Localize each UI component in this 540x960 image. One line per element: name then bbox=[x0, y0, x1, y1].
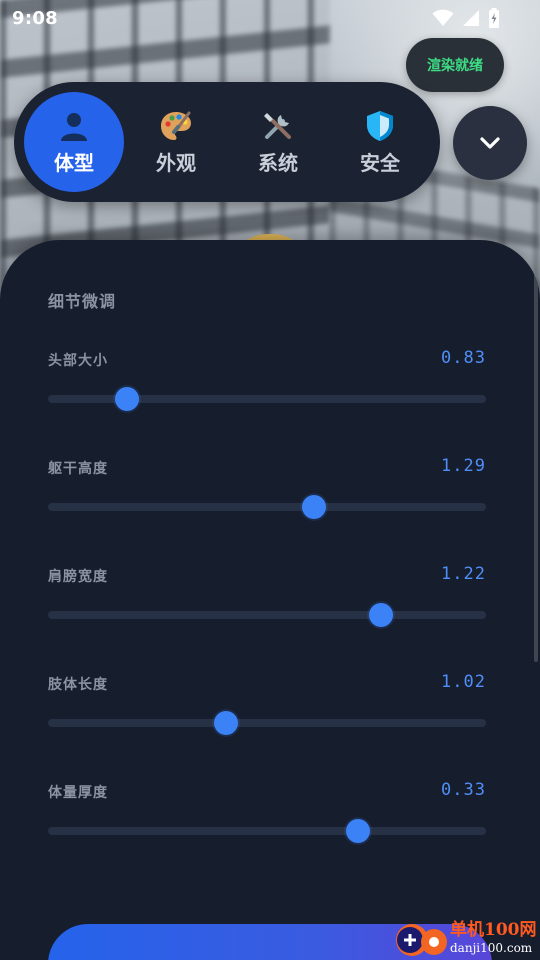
slider-track[interactable] bbox=[48, 827, 486, 835]
slider-track[interactable] bbox=[48, 611, 486, 619]
wifi-icon bbox=[432, 9, 454, 26]
tab-label: 系统 bbox=[258, 150, 298, 175]
tools-icon bbox=[261, 109, 295, 143]
slider-thumb[interactable] bbox=[346, 819, 371, 843]
slider-track[interactable] bbox=[48, 719, 486, 727]
tab-system[interactable]: 系统 bbox=[228, 92, 328, 192]
slider-thumb[interactable] bbox=[213, 711, 238, 735]
watermark-url: danji100.com bbox=[450, 941, 533, 955]
slider-value: 1.29 bbox=[441, 456, 486, 476]
watermark-text: 单机100网 danji100.com bbox=[450, 920, 537, 955]
slider-label: 头部大小 bbox=[48, 353, 108, 369]
watermark-logo-icon bbox=[390, 918, 454, 958]
slider-value: 1.22 bbox=[441, 564, 486, 584]
slider-thumb[interactable] bbox=[368, 603, 393, 627]
slider-limb-length: 肢体长度 1.02 bbox=[48, 672, 486, 744]
status-time: 9:08 bbox=[12, 7, 58, 29]
slider-thumb[interactable] bbox=[114, 387, 139, 411]
render-status-badge: 渲染就绪 bbox=[406, 38, 504, 92]
expand-menu-button[interactable] bbox=[453, 106, 527, 180]
slider-track[interactable] bbox=[48, 503, 486, 511]
watermark: 单机100网 danji100.com bbox=[390, 916, 540, 960]
scrollbar[interactable] bbox=[534, 242, 538, 662]
tab-security[interactable]: 安全 bbox=[330, 92, 430, 192]
tab-label: 安全 bbox=[360, 150, 400, 175]
slider-label: 体量厚度 bbox=[48, 785, 108, 801]
category-tab-bar: 体型 外观 系统 安全 bbox=[14, 82, 440, 202]
slider-track[interactable] bbox=[48, 395, 486, 403]
slider-label: 肢体长度 bbox=[48, 677, 108, 693]
battery-icon bbox=[489, 8, 499, 28]
palette-icon bbox=[159, 109, 193, 143]
generate-button-label: ... bbox=[260, 952, 281, 960]
tab-appearance[interactable]: 外观 bbox=[126, 92, 226, 192]
signal-icon bbox=[463, 10, 479, 26]
shield-icon bbox=[363, 109, 397, 143]
slider-value: 0.33 bbox=[441, 780, 486, 800]
fine-tune-panel: 细节微调 头部大小 0.83 躯干高度 1.29 肩膀宽度 1.22 肢体长度 … bbox=[0, 240, 540, 960]
slider-label: 躯干高度 bbox=[48, 461, 108, 477]
tab-label: 体型 bbox=[54, 150, 94, 175]
slider-head-size: 头部大小 0.83 bbox=[48, 348, 486, 420]
status-icons bbox=[432, 8, 500, 28]
slider-label: 肩膀宽度 bbox=[48, 569, 108, 585]
section-title: 细节微调 bbox=[48, 292, 117, 311]
slider-body-thickness: 体量厚度 0.33 bbox=[48, 780, 486, 852]
slider-torso-height: 躯干高度 1.29 bbox=[48, 456, 486, 528]
slider-thumb[interactable] bbox=[301, 495, 326, 519]
tab-label: 外观 bbox=[156, 150, 196, 175]
slider-value: 0.83 bbox=[441, 348, 486, 368]
tab-body-shape[interactable]: 体型 bbox=[24, 92, 124, 192]
slider-value: 1.02 bbox=[441, 672, 486, 692]
slider-shoulder-width: 肩膀宽度 1.22 bbox=[48, 564, 486, 636]
person-icon bbox=[57, 109, 91, 143]
status-bar: 9:08 bbox=[0, 0, 540, 36]
chevron-down-icon bbox=[480, 137, 500, 149]
watermark-title: 单机100网 bbox=[450, 920, 537, 940]
